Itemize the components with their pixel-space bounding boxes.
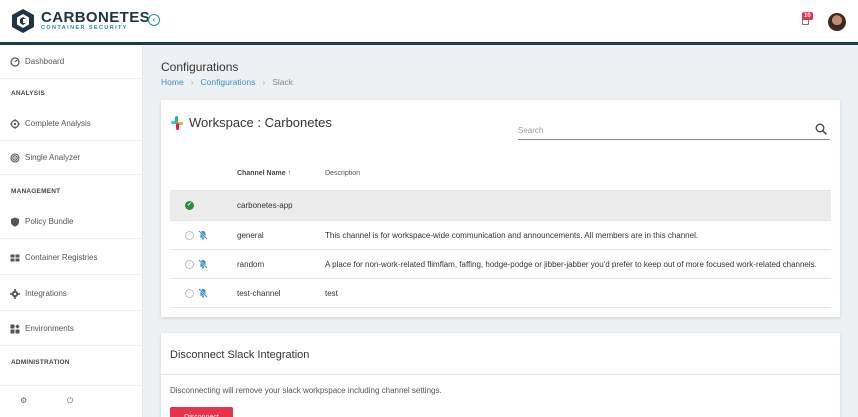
breadcrumb-home[interactable]: Home bbox=[161, 77, 184, 87]
sidebar-item-complete-analysis[interactable]: Complete Analysis bbox=[0, 107, 143, 141]
disconnect-description: Disconnecting will remove your slack wor… bbox=[170, 386, 442, 395]
sidebar-item-container-registries[interactable]: Container Registries bbox=[0, 241, 143, 275]
check-circle-outline-icon[interactable]: ✓ bbox=[185, 231, 194, 240]
workspace-card: Workspace : Carbonetes Channel Name ↑ De… bbox=[161, 100, 840, 317]
carbonetes-logo-icon bbox=[12, 9, 34, 33]
table-header: Channel Name ↑ Description bbox=[170, 157, 831, 191]
check-circle-outline-icon[interactable]: ✓ bbox=[185, 260, 194, 269]
sidebar-item-integrations[interactable]: Integrations bbox=[0, 277, 143, 311]
section-header-administration: ADMINISTRATION bbox=[11, 358, 70, 366]
notifications-off-icon[interactable] bbox=[198, 259, 208, 269]
user-avatar[interactable] bbox=[828, 13, 846, 31]
sidebar-item-label: Container Registries bbox=[25, 253, 98, 262]
sidebar-item-single-analyzer[interactable]: Single Analyzer bbox=[0, 141, 143, 175]
workspace-title-text: Workspace : Carbonetes bbox=[189, 115, 332, 130]
notification-badge: 10 bbox=[802, 12, 813, 20]
top-bar: CARBONETES CONTAINER SECURITY ‹ 10 bbox=[0, 0, 858, 43]
sort-arrow-up-icon: ↑ bbox=[287, 170, 292, 177]
sidebar-item-label: Integrations bbox=[25, 289, 67, 298]
brand-subtitle: CONTAINER SECURITY bbox=[41, 25, 128, 32]
notifications-off-icon[interactable] bbox=[198, 230, 208, 240]
brand-logo[interactable]: CARBONETES CONTAINER SECURITY bbox=[10, 8, 150, 34]
dashboard-gauge-icon bbox=[10, 56, 20, 67]
grid-icon bbox=[10, 253, 20, 263]
disconnect-title: Disconnect Slack Integration bbox=[170, 349, 310, 361]
shield-icon bbox=[10, 217, 20, 227]
crosshair-icon bbox=[10, 118, 20, 129]
channels-table: Channel Name ↑ Description ✓ carbonetes-… bbox=[170, 157, 831, 308]
section-header-analysis: ANALYSIS bbox=[11, 89, 45, 97]
brand-title: CARBONETES bbox=[41, 9, 151, 27]
search-box bbox=[518, 120, 830, 140]
table-row[interactable]: ✓ carbonetes-app bbox=[170, 191, 831, 221]
breadcrumb: Home › Configurations › Slack bbox=[161, 77, 293, 87]
disconnect-card: Disconnect Slack Integration Disconnecti… bbox=[161, 333, 840, 417]
sidebar-item-label: Policy Bundle bbox=[25, 217, 74, 226]
channel-description: test bbox=[325, 289, 338, 298]
sidebar-footer: ⚙ ⏻ bbox=[0, 385, 143, 417]
target-icon bbox=[10, 152, 20, 163]
disconnect-button[interactable]: Disconnect bbox=[170, 407, 233, 417]
sidebar-item-label: Dashboard bbox=[25, 57, 65, 66]
settings-gear-icon[interactable]: ⚙ bbox=[20, 396, 27, 405]
divider bbox=[161, 374, 840, 375]
table-row[interactable]: ✓ random A place for non-work-related fl… bbox=[170, 250, 831, 279]
column-header-description: Description bbox=[325, 170, 361, 177]
table-row[interactable]: ✓ general This channel is for workspace-… bbox=[170, 221, 831, 250]
channel-name: carbonetes-app bbox=[237, 201, 293, 210]
search-input[interactable] bbox=[518, 123, 798, 137]
breadcrumb-current: Slack bbox=[272, 77, 293, 87]
sidebar: Dashboard ANALYSIS Complete Analysis Sin… bbox=[0, 45, 143, 417]
section-header-management: MANAGEMENT bbox=[11, 187, 61, 195]
breadcrumb-configurations[interactable]: Configurations bbox=[201, 77, 256, 87]
sidebar-item-label: Environments bbox=[25, 324, 74, 333]
sidebar-item-policy-bundle[interactable]: Policy Bundle bbox=[0, 205, 143, 239]
channel-description: A place for non-work-related flimflam, f… bbox=[325, 260, 817, 269]
sidebar-item-dashboard[interactable]: Dashboard bbox=[0, 45, 143, 79]
chevron-right-icon: › bbox=[262, 77, 266, 87]
channel-name: general bbox=[237, 231, 264, 240]
page-title: Configurations bbox=[161, 60, 239, 74]
check-circle-icon[interactable]: ✓ bbox=[185, 201, 194, 210]
channel-description: This channel is for workspace-wide commu… bbox=[325, 231, 699, 240]
channel-name: random bbox=[237, 260, 265, 269]
sidebar-item-environments[interactable]: Environments bbox=[0, 312, 143, 346]
notifications-off-icon[interactable] bbox=[198, 288, 208, 298]
check-circle-outline-icon[interactable]: ✓ bbox=[185, 289, 194, 298]
gear-icon bbox=[10, 288, 20, 299]
power-icon[interactable]: ⏻ bbox=[67, 396, 73, 406]
table-row[interactable]: ✓ test-channel test bbox=[170, 279, 831, 308]
collapse-sidebar-icon[interactable]: ‹ bbox=[148, 14, 160, 26]
notification-bell-icon[interactable]: 10 bbox=[800, 12, 813, 26]
search-icon[interactable] bbox=[815, 123, 827, 135]
column-header-channel-name[interactable]: Channel Name ↑ bbox=[237, 170, 291, 177]
channel-name: test-channel bbox=[237, 289, 281, 298]
sidebar-item-label: Single Analyzer bbox=[25, 153, 81, 162]
slack-icon bbox=[170, 115, 184, 130]
chevron-right-icon: › bbox=[190, 77, 194, 87]
workspace-title: Workspace : Carbonetes bbox=[170, 115, 332, 130]
widgets-icon bbox=[10, 323, 20, 334]
sidebar-item-label: Complete Analysis bbox=[25, 119, 91, 128]
